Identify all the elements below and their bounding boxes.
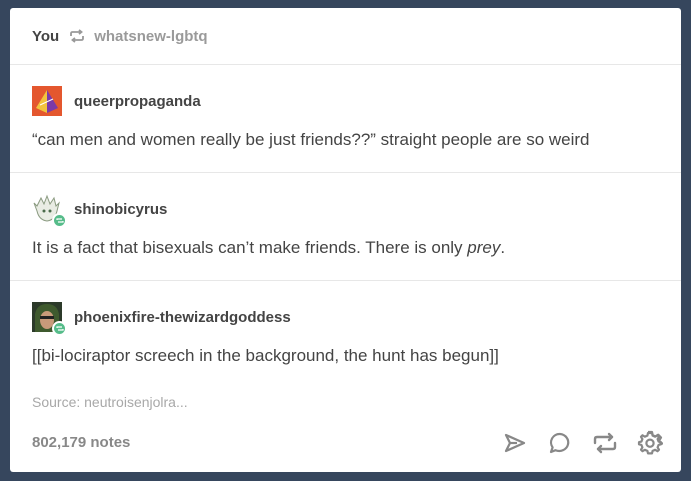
reblog-header: You whatsnew-lgbtq <box>10 8 681 65</box>
reblog-badge-icon <box>52 213 67 228</box>
post-actions <box>501 429 663 456</box>
post-text: It is a fact that bisexuals can’t make f… <box>32 237 659 259</box>
post-text-main: It is a fact that bisexuals can’t make f… <box>32 238 468 257</box>
shinobicyrus-avatar[interactable] <box>32 194 67 228</box>
reblog-post: queerpropaganda “can men and women reall… <box>10 65 681 173</box>
reblog-badge-icon <box>52 321 67 336</box>
reblog-post: phoenixfire-thewizardgoddess [[bi-locira… <box>10 281 681 367</box>
post-text-end: . <box>500 238 506 257</box>
post-username[interactable]: phoenixfire-thewizardgoddess <box>74 309 291 326</box>
source-blog-link[interactable]: whatsnew-lgbtq <box>94 28 207 45</box>
reblog-icon[interactable] <box>591 429 618 456</box>
notes-count[interactable]: 802,179 notes <box>32 434 130 451</box>
post-text: “can men and women really be just friend… <box>32 130 590 149</box>
phoenixfire-avatar[interactable] <box>32 302 67 336</box>
you-label[interactable]: You <box>32 28 59 45</box>
post-text: [[bi-lociraptor screech in the backgroun… <box>32 346 499 365</box>
post-card: You whatsnew-lgbtq queerpropaganda “can … <box>10 8 681 472</box>
reblog-post: shinobicyrus It is a fact that bisexuals… <box>10 173 681 281</box>
send-icon[interactable] <box>501 429 528 456</box>
reply-icon[interactable] <box>546 429 573 456</box>
source-link[interactable]: Source: neutroisenjolra... <box>32 394 188 410</box>
reblog-icon <box>69 29 85 43</box>
post-username[interactable]: queerpropaganda <box>74 93 201 110</box>
queerpropaganda-avatar[interactable] <box>32 86 62 116</box>
post-text-emphasis: prey <box>467 238 501 257</box>
post-username[interactable]: shinobicyrus <box>74 201 167 218</box>
settings-icon[interactable] <box>636 429 663 456</box>
